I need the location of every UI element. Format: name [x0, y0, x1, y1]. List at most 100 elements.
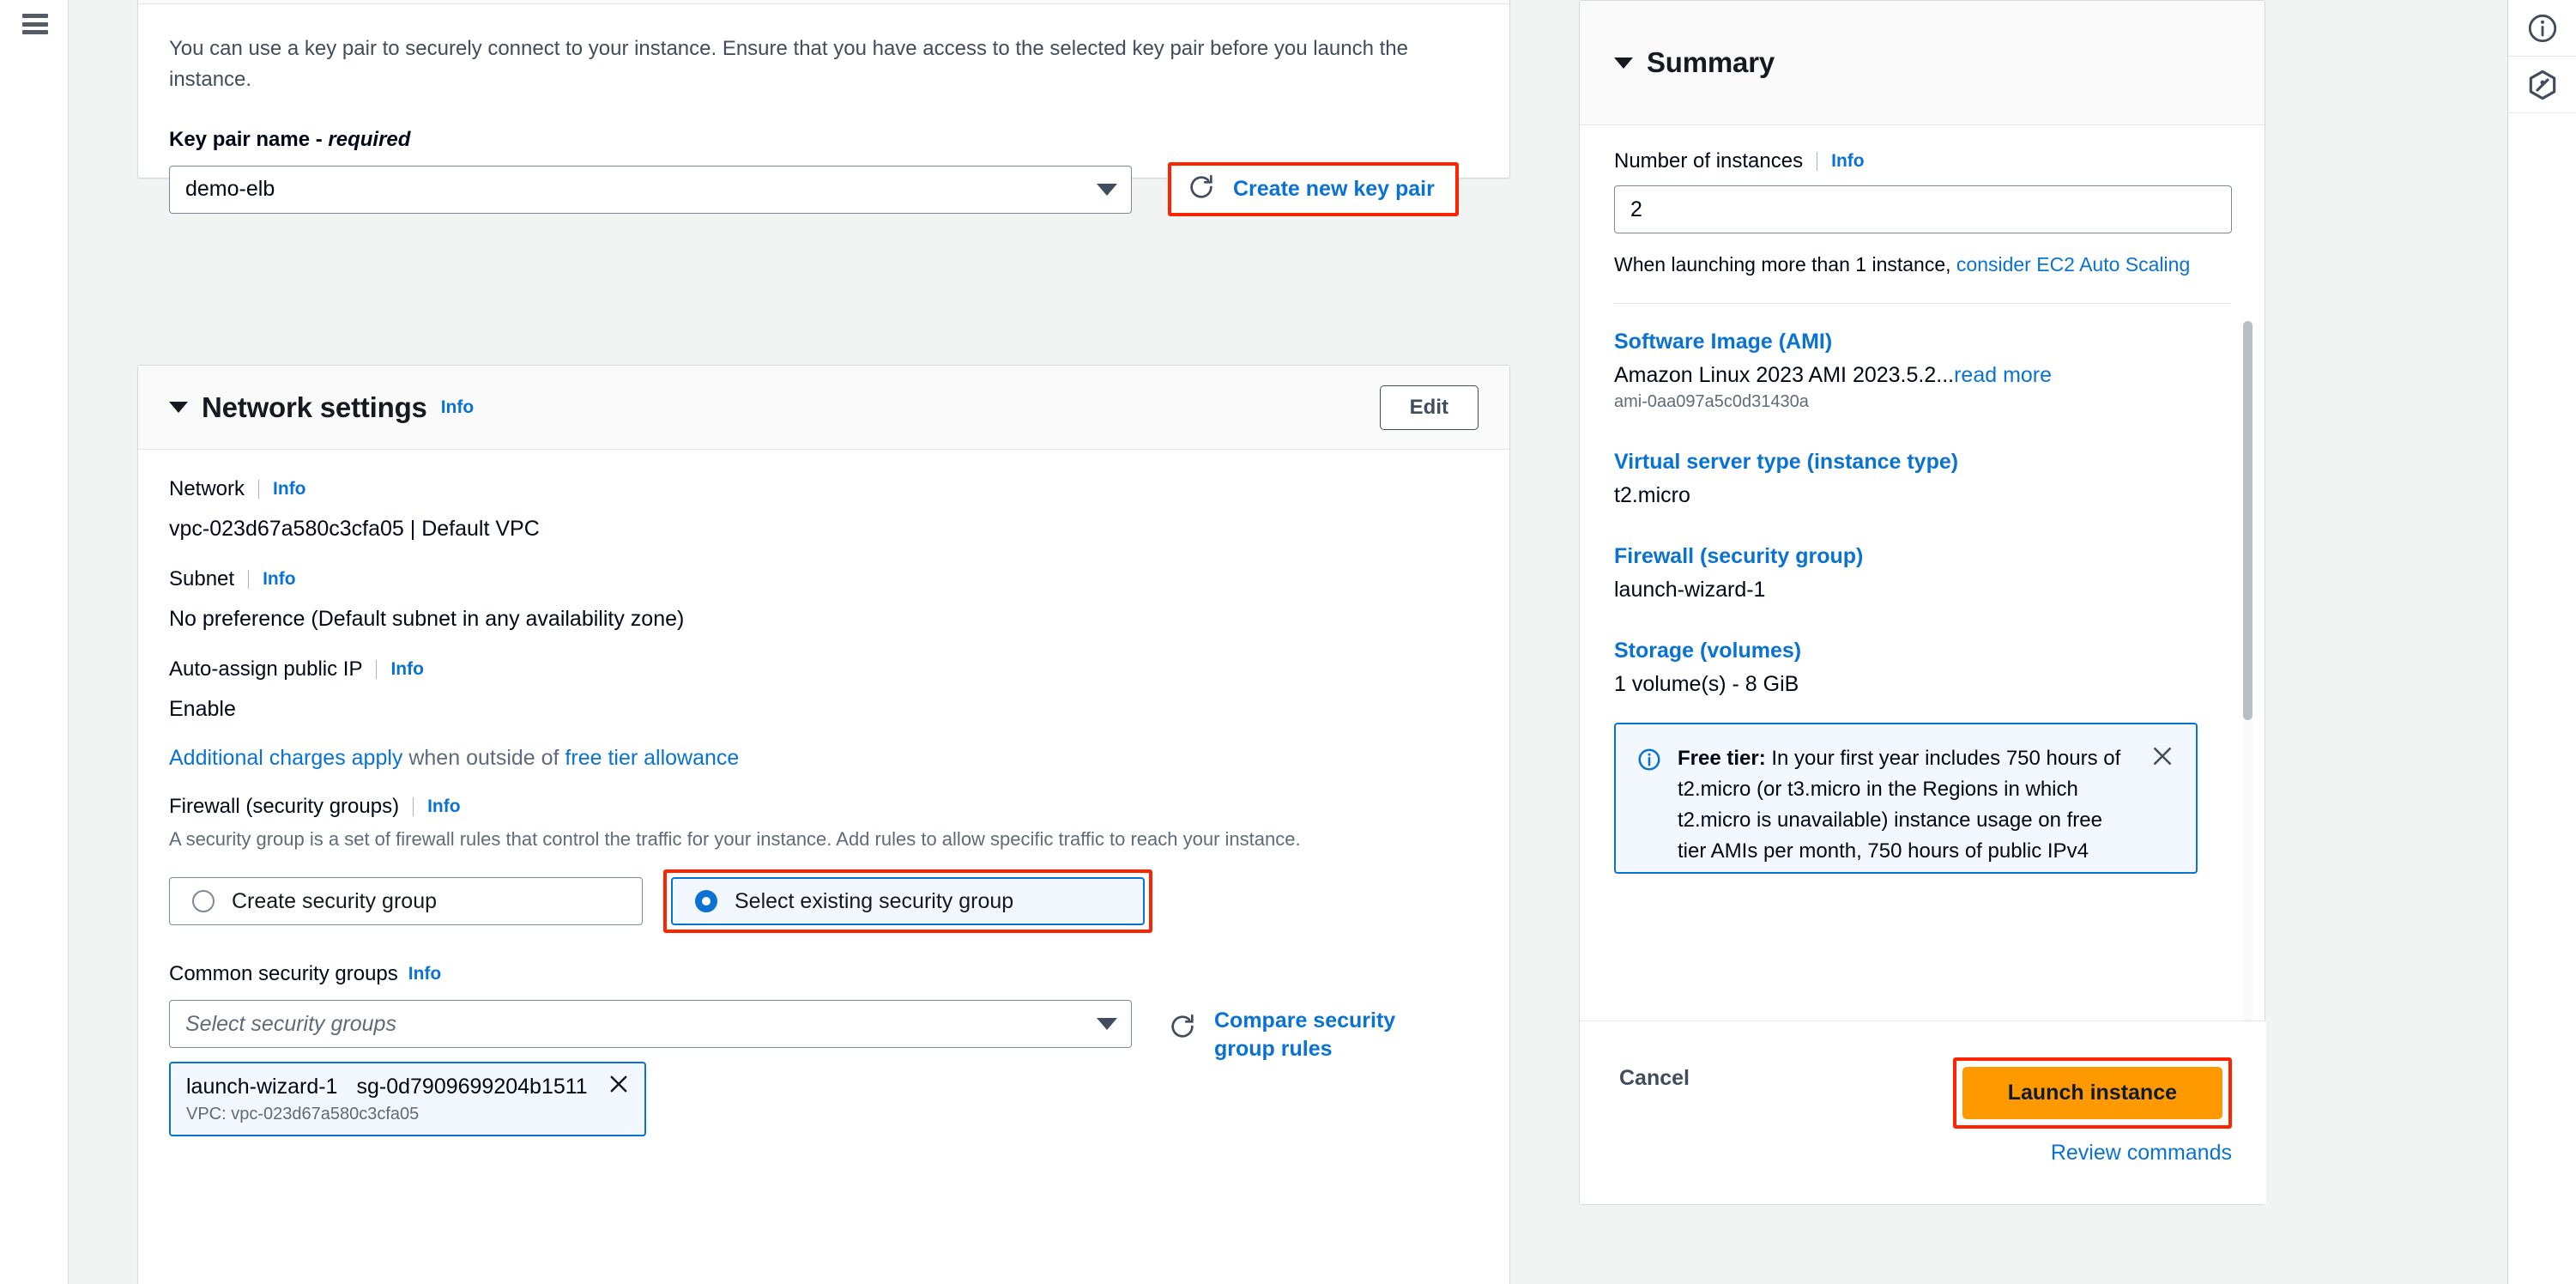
info-circle-icon	[2526, 12, 2559, 45]
key-pair-field: Key pair name - required demo-elb Create…	[169, 128, 1478, 216]
key-pair-selected-value: demo-elb	[185, 177, 275, 201]
select-existing-highlight: Select existing security group	[663, 869, 1152, 934]
security-group-options: Create security group Select existing se…	[169, 869, 1478, 934]
collapse-caret-icon[interactable]	[1614, 57, 1633, 69]
ami-name: Amazon Linux 2023 AMI 2023.5.2...	[1614, 363, 1955, 388]
key-pair-name-label: Key pair name - required	[169, 128, 1478, 152]
ec2-launch-instance-page: Key pair (login) Info You can use a key …	[0, 0, 2576, 1284]
number-of-instances-value: 2	[1630, 197, 1642, 221]
read-more-link[interactable]: read more	[1954, 363, 2052, 387]
additional-charges-link[interactable]: Additional charges apply	[169, 746, 402, 770]
free-tier-alert: Free tier: In your first year includes 7…	[1614, 723, 2198, 875]
summary-value-storage: 1 volume(s) - 8 GiB	[1614, 672, 1799, 697]
auto-scaling-note: When launching more than 1 instance, con…	[1614, 251, 2230, 279]
create-new-key-pair-highlight: Create new key pair	[1168, 162, 1459, 216]
radio-create-security-group[interactable]: Create security group	[169, 877, 643, 926]
subnet-label: Subnet	[169, 567, 235, 591]
common-sg-info-link[interactable]: Info	[408, 964, 441, 984]
token-top-row: launch-wizard-1 sg-0d7909699204b1511	[186, 1072, 631, 1102]
common-sg-row: Select security groups launch-wizard-1 s…	[169, 1000, 1478, 1137]
divider	[258, 480, 260, 499]
launch-instance-highlight: Launch instance	[1952, 1057, 2232, 1129]
charges-mid-text: when outside of	[402, 746, 565, 770]
common-sg-placeholder: Select security groups	[185, 1011, 396, 1036]
review-commands-link[interactable]: Review commands	[1953, 1141, 2232, 1166]
summary-item-ami: Software Image (AMI) Amazon Linux 2023 A…	[1614, 330, 2230, 412]
network-info-link[interactable]: Info	[273, 479, 305, 500]
security-group-name: launch-wizard-1	[186, 1075, 338, 1099]
number-of-instances-input[interactable]: 2	[1614, 185, 2232, 233]
shortcuts-panel-button[interactable]	[2508, 57, 2576, 113]
refresh-icon	[1168, 1012, 1197, 1045]
firewall-description: A security group is a set of firewall ru…	[169, 828, 1301, 850]
key-pair-name-label-text: Key pair name -	[169, 128, 329, 151]
radio-select-existing-security-group[interactable]: Select existing security group	[671, 877, 1145, 926]
compare-security-group-rules-label: Compare security group rules	[1214, 1008, 1396, 1061]
info-panel-button[interactable]	[2508, 0, 2576, 57]
summary-footer: Cancel Launch instance Review commands	[1580, 1021, 2266, 1204]
summary-header: Summary	[1580, 1, 2265, 125]
close-x-icon[interactable]	[607, 1072, 631, 1102]
subnet-info-link[interactable]: Info	[263, 569, 295, 590]
free-tier-alert-text: Free tier: In your first year includes 7…	[1678, 743, 2134, 863]
ec2-auto-scaling-link[interactable]: consider EC2 Auto Scaling	[1956, 253, 2190, 276]
cancel-button[interactable]: Cancel	[1614, 1057, 1695, 1099]
summary-body: Number of instances Info 2 When launchin…	[1580, 125, 2265, 1147]
hamburger-menu-icon[interactable]	[22, 14, 48, 34]
summary-item-storage: Storage (volumes) 1 volume(s) - 8 GiB	[1614, 639, 2230, 697]
summary-key-instance-type[interactable]: Virtual server type (instance type)	[1614, 450, 2230, 475]
summary-panel: Summary Number of instances Info 2 When …	[1579, 0, 2266, 1205]
divider	[413, 797, 414, 816]
summary-value-ami: Amazon Linux 2023 AMI 2023.5.2...read mo…	[1614, 363, 2230, 388]
key-pair-description: You can use a key pair to securely conne…	[169, 37, 1408, 91]
summary-value-firewall: launch-wizard-1	[1614, 578, 1766, 603]
refresh-icon	[1187, 173, 1216, 206]
summary-key-firewall[interactable]: Firewall (security group)	[1614, 544, 2230, 569]
firewall-info-link[interactable]: Info	[427, 796, 460, 817]
divider	[376, 660, 378, 679]
num-instances-label-row: Number of instances Info	[1614, 149, 2230, 173]
subnet-value: No preference (Default subnet in any ava…	[169, 607, 685, 631]
key-pair-body: You can use a key pair to securely conne…	[138, 4, 1509, 242]
common-security-groups-label: Common security groups	[169, 962, 398, 986]
network-value: vpc-023d67a580c3cfa05 | Default VPC	[169, 517, 540, 541]
summary-key-storage[interactable]: Storage (volumes)	[1614, 639, 2230, 663]
summary-item-instance-type: Virtual server type (instance type) t2.m…	[1614, 450, 2230, 508]
firewall-label-row: Firewall (security groups) Info	[169, 795, 1478, 819]
common-security-groups-select[interactable]: Select security groups	[169, 1000, 1132, 1049]
key-pair-name-required: required	[328, 128, 411, 151]
network-settings-header: Network settings Info Edit	[138, 366, 1509, 450]
free-tier-alert-bold: Free tier:	[1678, 747, 1766, 771]
auto-ip-info-link[interactable]: Info	[390, 659, 423, 680]
key-pair-select[interactable]: demo-elb	[169, 165, 1132, 214]
collapse-caret-icon[interactable]	[169, 402, 188, 413]
num-instances-info-link[interactable]: Info	[1831, 151, 1864, 172]
network-settings-info-link[interactable]: Info	[441, 397, 474, 418]
firewall-label: Firewall (security groups)	[169, 795, 400, 818]
key-pair-card: Key pair (login) Info You can use a key …	[137, 0, 1510, 216]
close-x-icon[interactable]	[2150, 743, 2175, 855]
summary-scrollbar-thumb[interactable]	[2243, 321, 2252, 720]
security-group-vpc: VPC: vpc-023d67a580c3cfa05	[186, 1105, 420, 1124]
additional-charges-note: Additional charges apply when outside of…	[169, 746, 1478, 771]
edit-button[interactable]: Edit	[1379, 385, 1478, 430]
launch-instance-button[interactable]: Launch instance	[1962, 1067, 2222, 1119]
summary-value-instance-type: t2.micro	[1614, 483, 1690, 508]
hexagon-shortcut-icon	[2525, 68, 2560, 102]
subnet-label-row: Subnet Info	[169, 567, 1478, 591]
summary-key-ami[interactable]: Software Image (AMI)	[1614, 330, 2230, 354]
common-sg-label-row: Common security groups Info	[169, 962, 1478, 986]
auto-ip-value: Enable	[169, 697, 236, 721]
auto-assign-public-ip-label: Auto-assign public IP	[169, 657, 363, 681]
auto-ip-label-row: Auto-assign public IP Info	[169, 657, 1478, 681]
free-tier-allowance-link[interactable]: free tier allowance	[565, 746, 739, 770]
compare-security-group-rules-button[interactable]: Compare security group rules	[1168, 1007, 1412, 1063]
network-settings-body: Network Info vpc-023d67a580c3cfa05 | Def…	[138, 450, 1509, 1162]
create-new-key-pair-button[interactable]: Create new key pair	[1187, 173, 1435, 206]
left-navigation-rail	[0, 0, 69, 1284]
network-settings-card: Network settings Info Edit Network Info …	[137, 365, 1510, 1284]
selected-security-group-token: launch-wizard-1 sg-0d7909699204b1511 VPC…	[169, 1062, 646, 1137]
network-label: Network	[169, 477, 245, 500]
radio-icon-selected	[695, 890, 717, 913]
number-of-instances-label: Number of instances	[1614, 149, 1804, 173]
